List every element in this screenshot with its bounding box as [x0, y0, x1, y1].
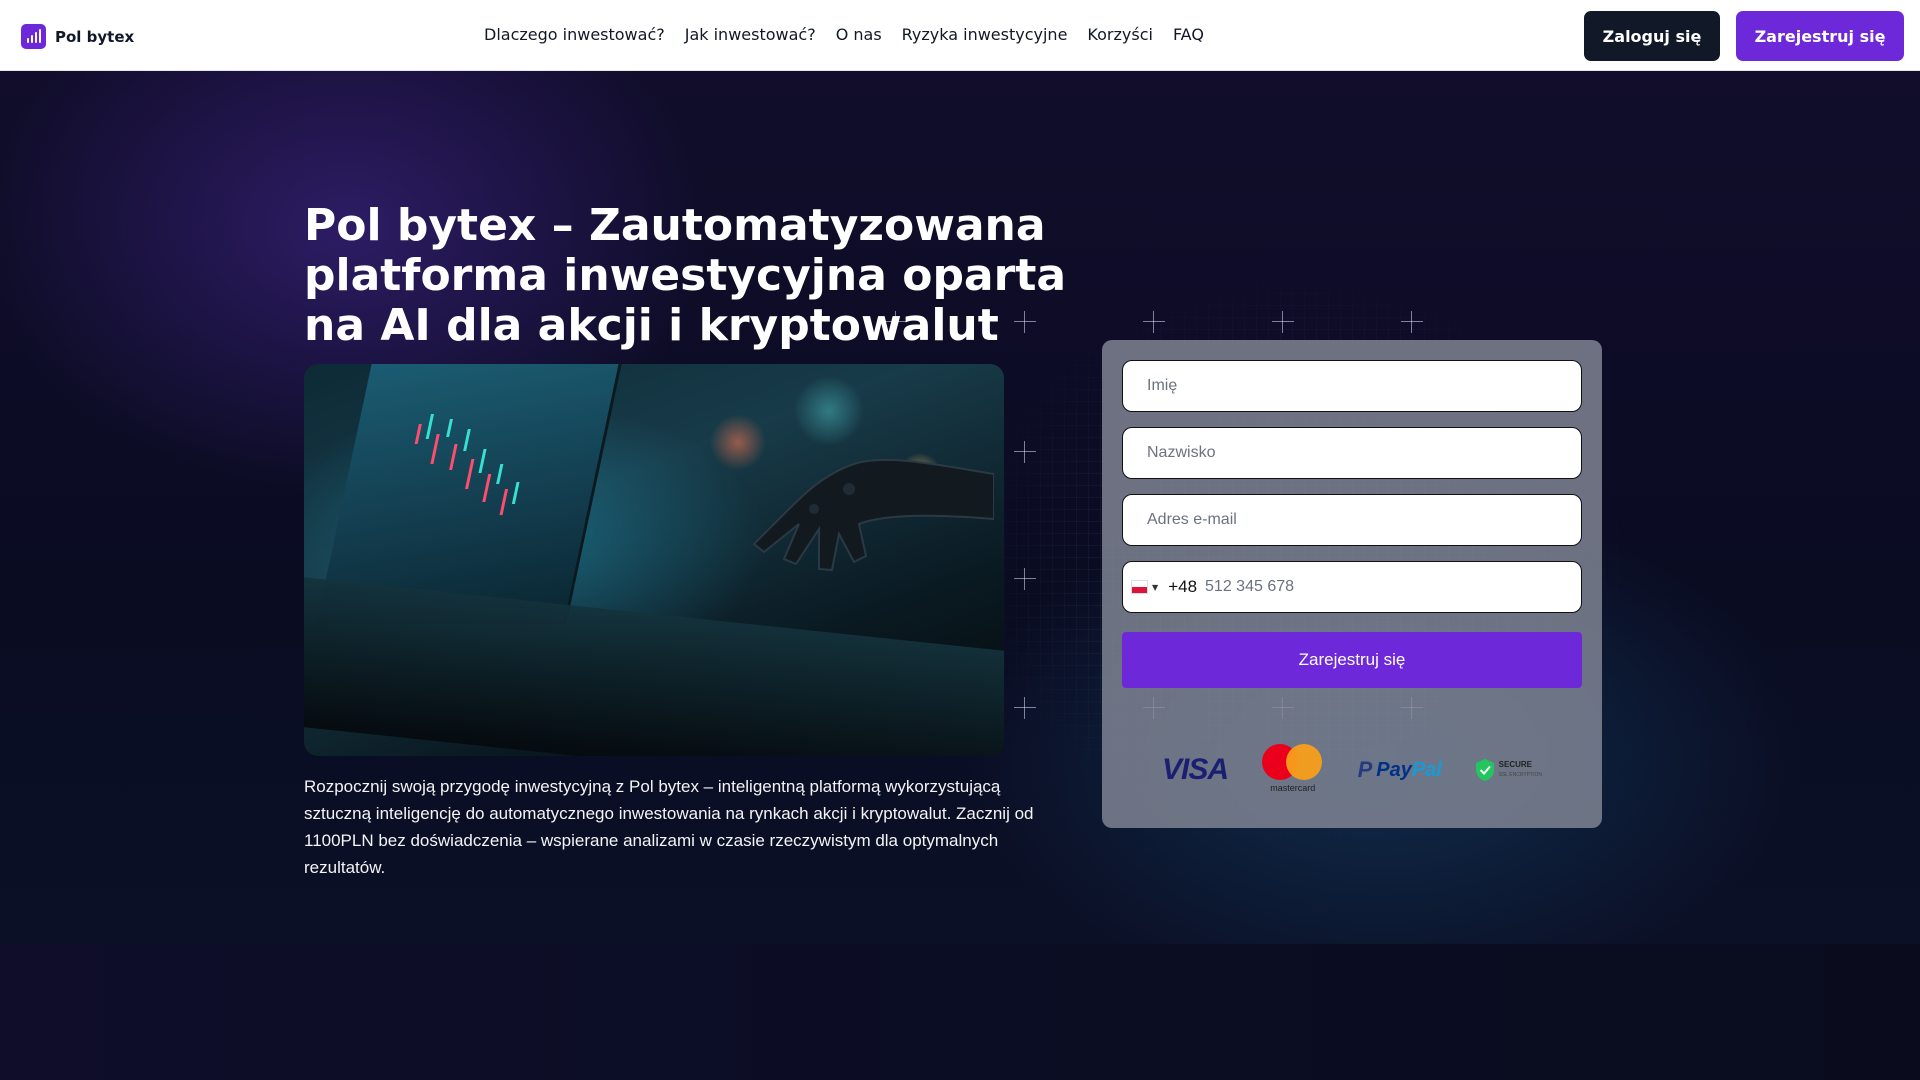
chevron-down-icon[interactable]: ▼ [1152, 583, 1158, 592]
hero-section: Pol bytex – Zautomatyzowana platforma in… [0, 71, 1920, 944]
nav-item-about[interactable]: O nas [836, 25, 882, 44]
sparkle-decoration [1143, 311, 1165, 333]
hero-description: Rozpocznij swoją przygodę inwestycyjną z… [304, 777, 1034, 877]
paypal-pay-text: Pay [1376, 758, 1412, 781]
brand-logo[interactable]: Pol bytex [21, 24, 134, 49]
phone-field[interactable] [1205, 578, 1581, 596]
hero-image [304, 364, 1004, 756]
mastercard-logo: mastercard [1260, 744, 1326, 796]
register-button-header[interactable]: Zarejestruj się [1736, 11, 1904, 61]
brand-name: Pol bytex [55, 27, 135, 46]
sparkle-decoration [1014, 697, 1036, 719]
nav-item-how-invest[interactable]: Jak inwestować? [685, 25, 816, 44]
shield-check-icon [1475, 759, 1494, 781]
poland-flag-icon[interactable] [1131, 580, 1149, 594]
sparkle-decoration [1401, 311, 1423, 333]
nav-item-risks[interactable]: Ryzyka inwestycyjne [902, 25, 1068, 44]
paypal-pal-text: Pal [1411, 758, 1442, 781]
nav-item-benefits[interactable]: Korzyści [1087, 25, 1153, 44]
last-name-field[interactable] [1147, 444, 1581, 462]
last-name-field-wrapper [1122, 427, 1582, 479]
secure-sublabel: SSL ENCRYPTION [1498, 772, 1542, 778]
payment-logos: VISA mastercard P Pay Pal SECURE SSL ENCR… [1162, 740, 1542, 800]
sparkle-decoration [1014, 441, 1036, 463]
mastercard-label: mastercard [1270, 783, 1316, 793]
register-submit-button[interactable]: Zarejestruj się [1122, 632, 1582, 688]
hero-title: Pol bytex – Zautomatyzowana platforma in… [304, 200, 1067, 351]
bar-chart-icon [21, 24, 46, 49]
laptop-keyboard-illustration [304, 577, 1004, 756]
phone-field-wrapper: ▼ +48 [1122, 561, 1582, 613]
visa-logo: VISA [1162, 753, 1229, 786]
top-navbar: Pol bytex Dlaczego inwestować? Jak inwes… [0, 0, 1920, 71]
email-field-wrapper [1122, 494, 1582, 546]
robot-hand-illustration [752, 458, 994, 572]
secure-label: SECURE [1498, 760, 1532, 769]
login-button[interactable]: Zaloguj się [1584, 11, 1720, 61]
first-name-field[interactable] [1147, 377, 1581, 395]
email-field[interactable] [1147, 511, 1581, 529]
dial-code: +48 [1168, 577, 1198, 596]
first-name-field-wrapper [1122, 360, 1582, 412]
registration-form: ▼ +48 Zarejestruj się VISA mastercard P … [1102, 340, 1602, 828]
nav-item-faq[interactable]: FAQ [1173, 25, 1204, 44]
sparkle-decoration [1014, 568, 1036, 590]
secure-badge: SECURE SSL ENCRYPTION [1474, 758, 1542, 782]
nav-item-why-invest[interactable]: Dlaczego inwestować? [484, 25, 665, 44]
paypal-icon: P [1357, 757, 1373, 782]
sparkle-decoration [1272, 311, 1294, 333]
paypal-logo: P Pay Pal [1358, 757, 1442, 783]
next-section [0, 944, 1920, 1080]
main-nav: Dlaczego inwestować? Jak inwestować? O n… [484, 25, 1204, 44]
